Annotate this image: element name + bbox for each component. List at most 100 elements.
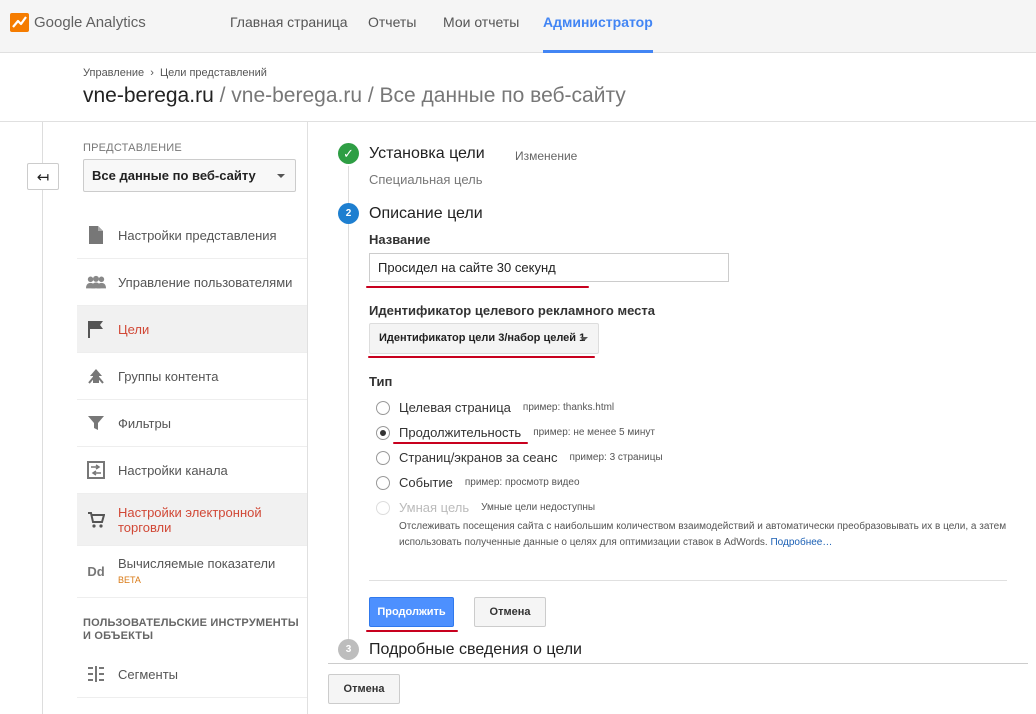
- flag-icon: [86, 319, 106, 339]
- radio-hint: пример: не менее 5 минут: [533, 427, 655, 438]
- back-arrow-icon: ↤: [36, 168, 50, 186]
- sidebar-item-content-groups[interactable]: Группы контента: [77, 353, 307, 400]
- view-select-value: Все данные по веб-сайту: [92, 168, 256, 183]
- content-group-icon: [86, 366, 106, 386]
- radio-button[interactable]: [376, 400, 390, 415]
- step2-number: 2: [338, 203, 359, 224]
- cancel-button[interactable]: Отмена: [474, 597, 546, 627]
- dd-icon: Dd: [87, 564, 105, 579]
- top-bar: Google Analytics Главная страница Отчеты…: [0, 0, 1036, 53]
- step1-subtitle: Специальная цель: [369, 172, 483, 187]
- learn-more-link[interactable]: Подробнее…: [770, 537, 832, 548]
- chevron-down-icon: [580, 337, 588, 341]
- sidebar-item-label: Сегменты: [118, 666, 179, 682]
- goal-type-destination[interactable]: Целевая страница пример: thanks.html: [376, 400, 614, 415]
- continue-button[interactable]: Продолжить: [369, 597, 454, 627]
- document-icon: [86, 225, 106, 245]
- sidebar-item-label: Цели: [118, 321, 150, 337]
- bottom-cancel-button[interactable]: Отмена: [328, 674, 400, 704]
- sidebar-section-title: ПОЛЬЗОВАТЕЛЬСКИЕ ИНСТРУМЕНТЫ И ОБЪЕКТЫ: [83, 617, 299, 642]
- annotation-underline: [366, 286, 589, 288]
- radio-button[interactable]: [376, 450, 390, 465]
- smart-goal-description: Отслеживать посещения сайта с наибольшим…: [399, 519, 1009, 551]
- step-complete-icon: ✓: [338, 143, 359, 164]
- radio-button-selected[interactable]: [376, 425, 390, 440]
- users-icon: [86, 272, 106, 292]
- radio-hint: пример: просмотр видео: [464, 477, 580, 488]
- sidebar-item-goals[interactable]: Цели: [77, 306, 307, 353]
- annotation-underline: [366, 630, 458, 632]
- goal-name-label: Название: [369, 232, 431, 247]
- sidebar-divider: [307, 122, 308, 714]
- segments-icon: [86, 664, 106, 684]
- goal-type-event[interactable]: Событие пример: просмотр видео: [376, 475, 580, 490]
- sidebar-item-ecommerce-settings[interactable]: Настройки электронной торговли: [77, 494, 307, 546]
- radio-hint: Умные цели недоступны: [481, 502, 596, 513]
- view-select[interactable]: Все данные по веб-сайту: [83, 159, 296, 192]
- radio-label: Умная цель: [399, 500, 470, 515]
- back-button[interactable]: ↤: [27, 163, 59, 190]
- annotation-underline: [393, 442, 528, 444]
- page-title: vne-berega.ru / vne-berega.ru / Все данн…: [83, 84, 626, 108]
- radio-label: Событие: [399, 475, 453, 490]
- radio-label: Продолжительность: [399, 425, 522, 440]
- goal-name-input[interactable]: Просидел на сайте 30 секунд: [369, 253, 729, 282]
- channel-icon: [86, 460, 106, 480]
- radio-label: Страниц/экранов за сеанс: [399, 450, 558, 465]
- breadcrumb: Управление › Цели представлений: [83, 67, 267, 79]
- beta-badge: BETA: [118, 574, 141, 585]
- sidebar-item-label: Настройки представления: [118, 227, 277, 243]
- sidebar-item-label: Вычисляемые показатели BETA: [118, 556, 275, 588]
- smart-goal-text: Отслеживать посещения сайта с наибольшим…: [399, 521, 1007, 548]
- app-name: Google Analytics: [34, 14, 146, 31]
- goal-type-duration[interactable]: Продолжительность пример: не менее 5 мин…: [376, 425, 655, 440]
- sidebar-item-label: Группы контента: [118, 368, 219, 384]
- step3-title: Подробные сведения о цели: [369, 641, 582, 658]
- sidebar-item-label: Фильтры: [118, 415, 172, 431]
- nav-reports[interactable]: Отчеты: [368, 0, 416, 53]
- breadcrumb-separator: ›: [150, 67, 154, 79]
- chevron-down-icon: [277, 174, 285, 178]
- page-title-path: / vne-berega.ru / Все данные по веб-сайт…: [219, 84, 626, 107]
- sidebar-item-text: Вычисляемые показатели: [118, 555, 276, 571]
- goal-type-pages-per-session[interactable]: Страниц/экранов за сеанс пример: 3 стран…: [376, 450, 663, 465]
- header-divider: [0, 121, 1036, 122]
- goal-slot-select[interactable]: Идентификатор цели 3/набор целей 1: [369, 323, 599, 354]
- cart-icon: [86, 510, 106, 530]
- step1-edit-link[interactable]: Изменение: [515, 149, 577, 163]
- goal-slot-value: Идентификатор цели 3/набор целей 1: [379, 332, 586, 344]
- sidebar-item-view-settings[interactable]: Настройки представления: [77, 212, 307, 259]
- analytics-logo-icon: [10, 13, 29, 32]
- sidebar-item-user-management[interactable]: Управление пользователями: [77, 259, 307, 306]
- radio-button[interactable]: [376, 475, 390, 490]
- nav-my-reports[interactable]: Мои отчеты: [443, 0, 519, 53]
- nav-home[interactable]: Главная страница: [230, 0, 348, 53]
- radio-button-disabled: [376, 500, 390, 515]
- radio-label: Целевая страница: [399, 400, 511, 415]
- goal-type-label: Тип: [369, 374, 393, 389]
- step-connector-line: [348, 166, 349, 646]
- sidebar-item-calculated-metrics[interactable]: Dd Вычисляемые показатели BETA: [77, 546, 307, 598]
- sidebar-item-label: Управление пользователями: [118, 274, 293, 290]
- page-title-site: vne-berega.ru: [83, 84, 214, 107]
- sidebar-item-segments[interactable]: Сегменты: [77, 651, 307, 698]
- sidebar-item-label: Настройки канала: [118, 462, 228, 478]
- timeline-line: [42, 122, 43, 714]
- nav-admin[interactable]: Администратор: [543, 0, 653, 53]
- breadcrumb-root[interactable]: Управление: [83, 67, 144, 79]
- radio-hint: пример: thanks.html: [522, 402, 615, 413]
- logo[interactable]: Google Analytics: [10, 13, 146, 32]
- breadcrumb-current: Цели представлений: [159, 67, 267, 79]
- sidebar-item-label: Настройки электронной торговли: [118, 504, 262, 535]
- radio-hint: пример: 3 страницы: [569, 452, 663, 463]
- step1-title: Установка цели: [369, 145, 485, 162]
- bottom-divider: [328, 663, 1028, 664]
- step2-title: Описание цели: [369, 205, 483, 222]
- sidebar-item-channel-settings[interactable]: Настройки канала: [77, 447, 307, 494]
- goal-type-smart: Умная цель Умные цели недоступны: [376, 500, 595, 515]
- goal-slot-label: Идентификатор целевого рекламного места: [369, 303, 655, 318]
- sidebar-item-filters[interactable]: Фильтры: [77, 400, 307, 447]
- filter-icon: [86, 413, 106, 433]
- form-divider: [369, 580, 1007, 581]
- view-label: ПРЕДСТАВЛЕНИЕ: [83, 142, 182, 154]
